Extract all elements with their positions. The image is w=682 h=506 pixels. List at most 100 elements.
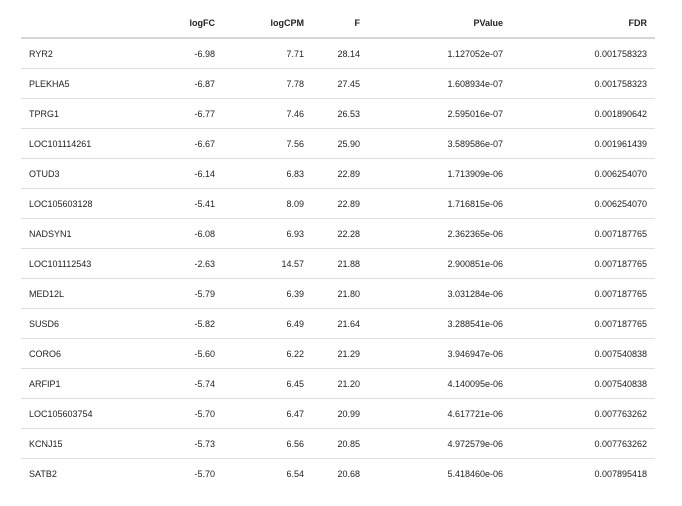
cell-gene: ARFIP1 bbox=[21, 368, 139, 399]
cell-fdr: 0.001758323 bbox=[511, 68, 655, 99]
cell-pvalue: 3.589586e-07 bbox=[368, 128, 511, 159]
cell-pvalue: 3.288541e-06 bbox=[368, 308, 511, 339]
cell-logcpm: 7.71 bbox=[223, 38, 312, 69]
cell-gene: NADSYN1 bbox=[21, 218, 139, 249]
cell-logfc: -6.87 bbox=[139, 68, 223, 99]
cell-pvalue: 3.946947e-06 bbox=[368, 338, 511, 369]
cell-fdr: 0.001758323 bbox=[511, 38, 655, 69]
cell-gene: PLEKHA5 bbox=[21, 68, 139, 99]
table-row: ARFIP1 -5.74 6.45 21.20 4.140095e-06 0.007540… bbox=[21, 368, 655, 399]
cell-logcpm: 8.09 bbox=[223, 188, 312, 219]
cell-logcpm: 6.45 bbox=[223, 368, 312, 399]
cell-logfc: -5.74 bbox=[139, 368, 223, 399]
cell-fdr: 0.007187765 bbox=[511, 248, 655, 279]
cell-f: 22.89 bbox=[312, 188, 368, 219]
results-table-container: logFC logCPM F PValue FDR RYR2 -6.98 7.71 2… bbox=[21, 8, 655, 488]
cell-f: 20.99 bbox=[312, 398, 368, 429]
cell-gene: LOC105603754 bbox=[21, 398, 139, 429]
cell-logcpm: 14.57 bbox=[223, 248, 312, 279]
cell-logfc: -5.41 bbox=[139, 188, 223, 219]
cell-gene: SUSD6 bbox=[21, 308, 139, 339]
cell-f: 22.89 bbox=[312, 158, 368, 189]
cell-gene: LOC105603128 bbox=[21, 188, 139, 219]
table-row: PLEKHA5 -6.87 7.78 27.45 1.608934e-07 0.00175… bbox=[21, 68, 655, 99]
cell-pvalue: 2.362365e-06 bbox=[368, 218, 511, 249]
table-row: LOC101114261 -6.67 7.56 25.90 3.589586e-07 0.… bbox=[21, 128, 655, 159]
cell-pvalue: 1.127052e-07 bbox=[368, 38, 511, 69]
cell-pvalue: 1.713909e-06 bbox=[368, 158, 511, 189]
cell-gene: LOC101114261 bbox=[21, 128, 139, 159]
cell-logfc: -5.70 bbox=[194, 468, 215, 479]
cell-pvalue: 4.140095e-06 bbox=[368, 368, 511, 399]
cell-logfc: -6.67 bbox=[139, 128, 223, 159]
cell-gene: RYR2 bbox=[21, 38, 139, 69]
cell-logfc: -5.82 bbox=[139, 308, 223, 339]
cell-pvalue: 5.418460e-06 bbox=[447, 468, 503, 479]
cell-pvalue: 4.617721e-06 bbox=[368, 398, 511, 429]
cell-logcpm: 6.93 bbox=[223, 218, 312, 249]
cell-logfc: -5.79 bbox=[139, 278, 223, 309]
table-row: MED12L -5.79 6.39 21.80 3.031284e-06 0.007187… bbox=[21, 278, 655, 309]
column-header-fdr: FDR bbox=[511, 8, 655, 39]
cell-gene: LOC101112543 bbox=[21, 248, 139, 279]
cell-pvalue: 1.608934e-07 bbox=[368, 68, 511, 99]
cell-logcpm: 6.49 bbox=[223, 308, 312, 339]
cell-fdr: 0.007187765 bbox=[511, 278, 655, 309]
column-header-logcpm: logCPM bbox=[223, 8, 312, 39]
cell-f: 27.45 bbox=[312, 68, 368, 99]
cell-gene: CORO6 bbox=[21, 338, 139, 369]
table-row: RYR2 -6.98 7.71 28.14 1.127052e-07 0.00175832… bbox=[21, 38, 655, 69]
cell-f: 25.90 bbox=[312, 128, 368, 159]
column-header-f: F bbox=[312, 8, 368, 39]
table-row: SUSD6 -5.82 6.49 21.64 3.288541e-06 0.0071877… bbox=[21, 308, 655, 339]
cell-fdr: 0.007187765 bbox=[511, 308, 655, 339]
cell-logfc: -6.98 bbox=[139, 38, 223, 69]
cell-logcpm: 7.56 bbox=[223, 128, 312, 159]
cell-pvalue: 2.595016e-07 bbox=[368, 98, 511, 129]
table-row: OTUD3 -6.14 6.83 22.89 1.713909e-06 0.0062540… bbox=[21, 158, 655, 189]
cell-pvalue: 3.031284e-06 bbox=[368, 278, 511, 309]
cell-fdr: 0.007763262 bbox=[511, 398, 655, 429]
cell-gene: MED12L bbox=[21, 278, 139, 309]
cell-logfc: -2.63 bbox=[139, 248, 223, 279]
cell-pvalue: 1.716815e-06 bbox=[368, 188, 511, 219]
cell-f: 22.28 bbox=[312, 218, 368, 249]
cell-f: 20.85 bbox=[312, 428, 368, 459]
table-header: logFC logCPM F PValue FDR bbox=[21, 8, 655, 39]
cell-logcpm: 7.46 bbox=[223, 98, 312, 129]
cell-f: 21.20 bbox=[312, 368, 368, 399]
cell-fdr: 0.001890642 bbox=[511, 98, 655, 129]
cell-f: 21.64 bbox=[312, 308, 368, 339]
results-table: logFC logCPM F PValue FDR RYR2 -6.98 7.71 2… bbox=[21, 8, 655, 488]
cell-f: 21.80 bbox=[312, 278, 368, 309]
table-row: TPRG1 -6.77 7.46 26.53 2.595016e-07 0.0018906… bbox=[21, 98, 655, 129]
cell-fdr: 0.001961439 bbox=[511, 128, 655, 159]
cell-logfc: -5.60 bbox=[139, 338, 223, 369]
cell-pvalue: 2.900851e-06 bbox=[368, 248, 511, 279]
cell-gene: SATB2 bbox=[29, 468, 57, 479]
cell-logfc: -6.77 bbox=[139, 98, 223, 129]
cell-logcpm: 6.56 bbox=[223, 428, 312, 459]
column-header-logfc: logFC bbox=[139, 8, 223, 39]
cell-f: 28.14 bbox=[312, 38, 368, 69]
cell-logfc: -6.14 bbox=[139, 158, 223, 189]
cell-gene: KCNJ15 bbox=[21, 428, 139, 459]
cell-logcpm: 7.78 bbox=[223, 68, 312, 99]
table-row: SATB2 -5.70 6.54 20.68 5.418460e-06 0.0078954… bbox=[21, 459, 655, 489]
column-header-pvalue: PValue bbox=[368, 8, 511, 39]
cell-fdr: 0.007895418 bbox=[594, 468, 647, 479]
cell-fdr: 0.007540838 bbox=[511, 368, 655, 399]
table-row: LOC105603754 -5.70 6.47 20.99 4.617721e-06 0.… bbox=[21, 398, 655, 429]
cell-f: 21.29 bbox=[312, 338, 368, 369]
cell-gene: OTUD3 bbox=[21, 158, 139, 189]
cell-logfc: -5.70 bbox=[139, 398, 223, 429]
cell-logfc: -6.08 bbox=[139, 218, 223, 249]
table-body: RYR2 -6.98 7.71 28.14 1.127052e-07 0.00175832… bbox=[21, 38, 655, 488]
cell-pvalue: 4.972579e-06 bbox=[368, 428, 511, 459]
table-row: NADSYN1 -6.08 6.93 22.28 2.362365e-06 0.00718… bbox=[21, 218, 655, 249]
header-row: logFC logCPM F PValue FDR bbox=[21, 8, 655, 39]
cell-logfc: -5.73 bbox=[139, 428, 223, 459]
cell-gene: TPRG1 bbox=[21, 98, 139, 129]
table-row: LOC101112543 -2.63 14.57 21.88 2.900851e-06 0… bbox=[21, 248, 655, 279]
table-row: LOC105603128 -5.41 8.09 22.89 1.716815e-06 0.… bbox=[21, 188, 655, 219]
